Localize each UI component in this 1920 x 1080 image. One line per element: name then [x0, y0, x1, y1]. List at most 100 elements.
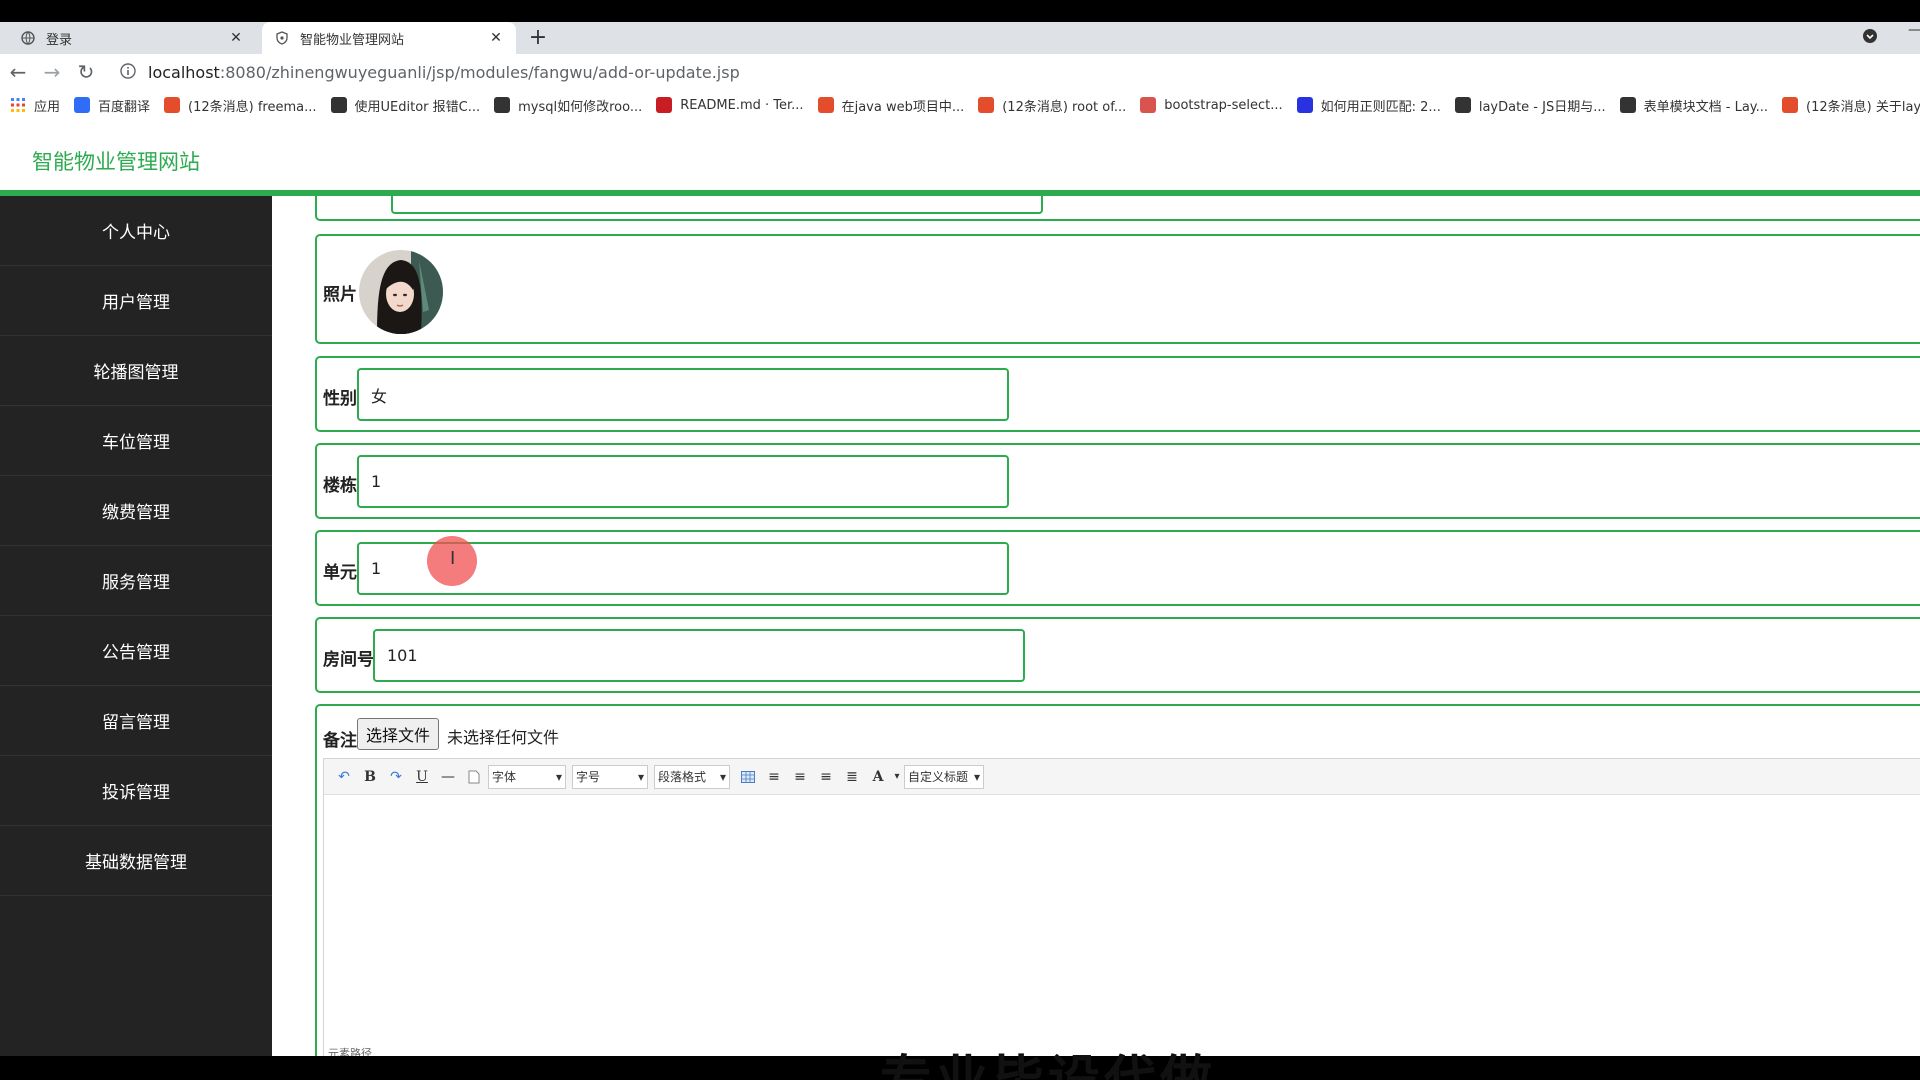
bookmark-item[interactable]: 应用	[10, 96, 60, 115]
new-tab-button[interactable]: +	[526, 22, 550, 54]
document-icon[interactable]	[462, 766, 486, 788]
bookmark-item[interactable]: bootstrap-select...	[1140, 97, 1283, 113]
font-color-icon[interactable]: A	[866, 766, 890, 788]
editor-body[interactable]	[324, 795, 1920, 1056]
horizontal-rule-icon[interactable]: —	[436, 766, 460, 788]
sidebar-item-label: 服务管理	[102, 573, 170, 593]
sidebar-item-complaints[interactable]: 投诉管理	[0, 756, 272, 826]
bold-icon[interactable]: B	[358, 766, 382, 788]
form-row-partial	[315, 196, 1920, 221]
choose-file-button[interactable]: 选择文件	[357, 718, 440, 750]
address-bar[interactable]: localhost:8080/zhinengwuyeguanli/jsp/mod…	[120, 58, 1920, 86]
room-input[interactable]: 101	[373, 629, 1025, 682]
editor-toolbar: ↶ B ↷ U — 字体 ▾ 字号 ▾ 段落格式 ▾ ≡ ≡ ≡ ≣ A ▾ 自…	[324, 759, 1920, 795]
sidebar-item-profile[interactable]: 个人中心	[0, 196, 272, 266]
baidu-translate-icon	[74, 97, 91, 113]
bookmark-item[interactable]: 如何用正则匹配: 2...	[1296, 96, 1441, 115]
close-tab-icon[interactable]: ✕	[488, 30, 504, 46]
browser-tab-active[interactable]: 智能物业管理网站 ✕	[262, 22, 516, 54]
text-cursor-icon: I	[450, 548, 456, 569]
back-arrow-icon[interactable]: ←	[6, 60, 30, 84]
sidebar-item-label: 投诉管理	[102, 783, 170, 803]
browser-nav-bar: ← → ↻ localhost:8080/zhinengwuyeguanli/j…	[0, 54, 1920, 90]
url-host: localhost	[148, 62, 220, 82]
bookmark-item[interactable]: (12条消息) root of...	[978, 96, 1126, 115]
gender-input[interactable]: 女	[357, 368, 1009, 421]
bookmark-label: 在java web项目中...	[841, 99, 965, 115]
align-justify-icon[interactable]: ≣	[840, 766, 864, 788]
building-label: 楼栋	[323, 476, 357, 496]
custom-title-select[interactable]: 自定义标题 ▾	[904, 764, 984, 789]
apps-grid-icon	[10, 97, 26, 113]
form-row-gender: 性别 女	[315, 356, 1920, 432]
building-value: 1	[371, 472, 382, 491]
blog-icon	[494, 97, 511, 113]
bookmark-label: 如何用正则匹配: 2...	[1320, 99, 1441, 115]
layui-icon	[1454, 97, 1471, 113]
table-icon[interactable]	[736, 766, 760, 788]
bookmark-label: README.md · Ter...	[680, 97, 804, 113]
bookmark-label: 应用	[34, 99, 61, 115]
font-family-select[interactable]: 字体 ▾	[488, 764, 566, 789]
info-icon[interactable]	[120, 63, 138, 81]
bookmark-item[interactable]: 使用UEditor 报错C...	[330, 96, 481, 115]
align-right-icon[interactable]: ≡	[814, 766, 838, 788]
gender-label: 性别	[323, 389, 357, 409]
bookmark-item[interactable]: 百度翻译	[74, 96, 150, 115]
bookmark-item[interactable]: (12条消息) 关于lay...	[1782, 96, 1920, 115]
bookmark-item[interactable]: (12条消息) freema...	[164, 96, 317, 115]
font-select-label: 字体	[492, 770, 517, 784]
minimize-icon[interactable]: —	[1908, 22, 1920, 38]
csdn-icon	[978, 97, 995, 113]
bookmarks-bar: 应用 百度翻译 (12条消息) freema... 使用UEditor 报错C... m…	[0, 90, 1920, 120]
sidebar-item-payments[interactable]: 缴费管理	[0, 476, 272, 546]
sidebar-item-basic-data[interactable]: 基础数据管理	[0, 826, 272, 896]
browser-tab-login[interactable]: 登录 ✕	[8, 22, 256, 54]
csdn-icon	[1782, 97, 1799, 113]
sidebar-item-announcements[interactable]: 公告管理	[0, 616, 272, 686]
redo-icon[interactable]: ↷	[384, 766, 408, 788]
photo-label: 照片	[323, 285, 357, 305]
csdn-icon	[817, 97, 834, 113]
sidebar-item-users[interactable]: 用户管理	[0, 266, 272, 336]
sidebar-item-services[interactable]: 服务管理	[0, 546, 272, 616]
underline-icon[interactable]: U	[410, 766, 434, 788]
bookmark-item[interactable]: README.md · Ter...	[656, 97, 804, 113]
doc-icon	[1140, 97, 1157, 113]
room-value: 101	[387, 646, 418, 665]
rich-text-editor: ↶ B ↷ U — 字体 ▾ 字号 ▾ 段落格式 ▾ ≡ ≡ ≡ ≣ A ▾ 自…	[323, 758, 1920, 1056]
font-color-dropdown-icon[interactable]: ▾	[892, 766, 902, 788]
csdn-icon	[164, 97, 181, 113]
bookmark-item[interactable]: 表单模块文档 - Lay...	[1619, 96, 1768, 115]
undo-icon[interactable]: ↶	[332, 766, 356, 788]
building-input[interactable]: 1	[357, 455, 1009, 508]
baidu-icon	[1296, 97, 1313, 113]
sidebar-item-messages[interactable]: 留言管理	[0, 686, 272, 756]
sidebar-item-label: 公告管理	[102, 643, 170, 663]
bookmark-item[interactable]: mysql如何修改roo...	[494, 96, 642, 115]
sidebar-item-label: 用户管理	[102, 293, 170, 313]
bookmark-label: (12条消息) 关于lay...	[1806, 99, 1920, 115]
site-title: 智能物业管理网站	[32, 150, 200, 174]
sidebar-item-carousel[interactable]: 轮播图管理	[0, 336, 272, 406]
bookmark-item[interactable]: 在java web项目中...	[817, 96, 965, 115]
tab-search-icon[interactable]	[1860, 26, 1880, 46]
partial-input[interactable]	[391, 196, 1043, 214]
align-left-icon[interactable]: ≡	[762, 766, 786, 788]
sidebar: 个人中心 用户管理 轮播图管理 车位管理 缴费管理 服务管理 公告管理 留言管理…	[0, 196, 272, 1056]
font-size-select[interactable]: 字号 ▾	[572, 764, 648, 789]
gitee-icon	[656, 97, 673, 113]
globe-icon	[20, 30, 36, 46]
bookmark-label: mysql如何修改roo...	[518, 99, 643, 115]
paragraph-format-select[interactable]: 段落格式 ▾	[654, 764, 730, 789]
bookmark-label: 使用UEditor 报错C...	[354, 99, 481, 115]
sidebar-item-parking[interactable]: 车位管理	[0, 406, 272, 476]
bookmark-item[interactable]: layDate - JS日期与...	[1454, 96, 1606, 115]
sidebar-item-label: 轮播图管理	[93, 363, 179, 383]
forward-arrow-icon[interactable]: →	[40, 60, 64, 84]
sidebar-item-label: 留言管理	[102, 713, 170, 733]
bookmark-label: bootstrap-select...	[1164, 97, 1283, 113]
align-center-icon[interactable]: ≡	[788, 766, 812, 788]
reload-icon[interactable]: ↻	[74, 60, 98, 84]
close-tab-icon[interactable]: ✕	[228, 30, 244, 46]
